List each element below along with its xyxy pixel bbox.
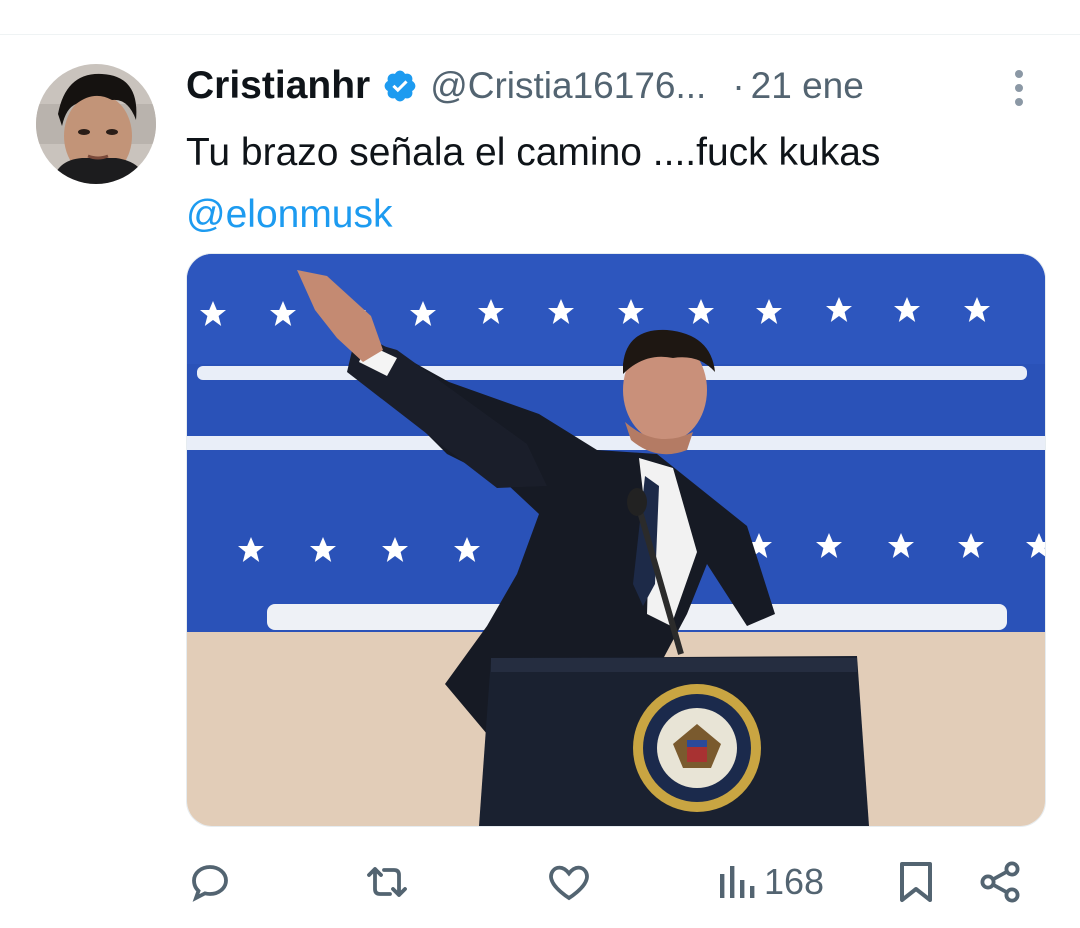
display-name[interactable]: Cristianhr: [186, 64, 370, 108]
share-icon: [980, 861, 1020, 903]
tweet-photo[interactable]: [186, 253, 1046, 827]
bookmark-button[interactable]: [896, 852, 936, 912]
separator-dot: ·: [732, 65, 745, 106]
views-count: 168: [764, 861, 825, 902]
tweet-date[interactable]: 21 ene: [751, 65, 864, 107]
views-icon: [720, 866, 755, 898]
user-handle[interactable]: @Cristia16176...: [430, 65, 706, 107]
previous-tweet-edge: [0, 0, 1080, 34]
share-button[interactable]: [976, 852, 1024, 912]
avatar[interactable]: [36, 64, 156, 184]
retweet-button[interactable]: [360, 852, 414, 912]
bookmark-icon: [900, 862, 932, 902]
tweet-text: Tu brazo señala el camino ....fuck kukas…: [186, 122, 1046, 246]
more-options-icon[interactable]: [1005, 68, 1033, 108]
reply-icon: [192, 865, 228, 902]
previous-tweet-icon-edge: [896, 0, 936, 4]
tweet-actions-bar: 168: [0, 852, 1080, 912]
retweet-icon: [367, 867, 407, 897]
views-button[interactable]: 168: [716, 852, 824, 912]
verified-badge-icon[interactable]: [382, 68, 418, 104]
like-button[interactable]: [544, 852, 594, 912]
tweet-text-body: Tu brazo señala el camino ....fuck kukas: [186, 131, 881, 174]
divider: [0, 34, 1080, 35]
reply-button[interactable]: [186, 852, 234, 912]
heart-icon: [549, 865, 589, 901]
mention-link[interactable]: @elonmusk: [186, 184, 1046, 246]
tweet-header: Cristianhr @Cristia16176... · 21 ene: [186, 58, 1046, 114]
